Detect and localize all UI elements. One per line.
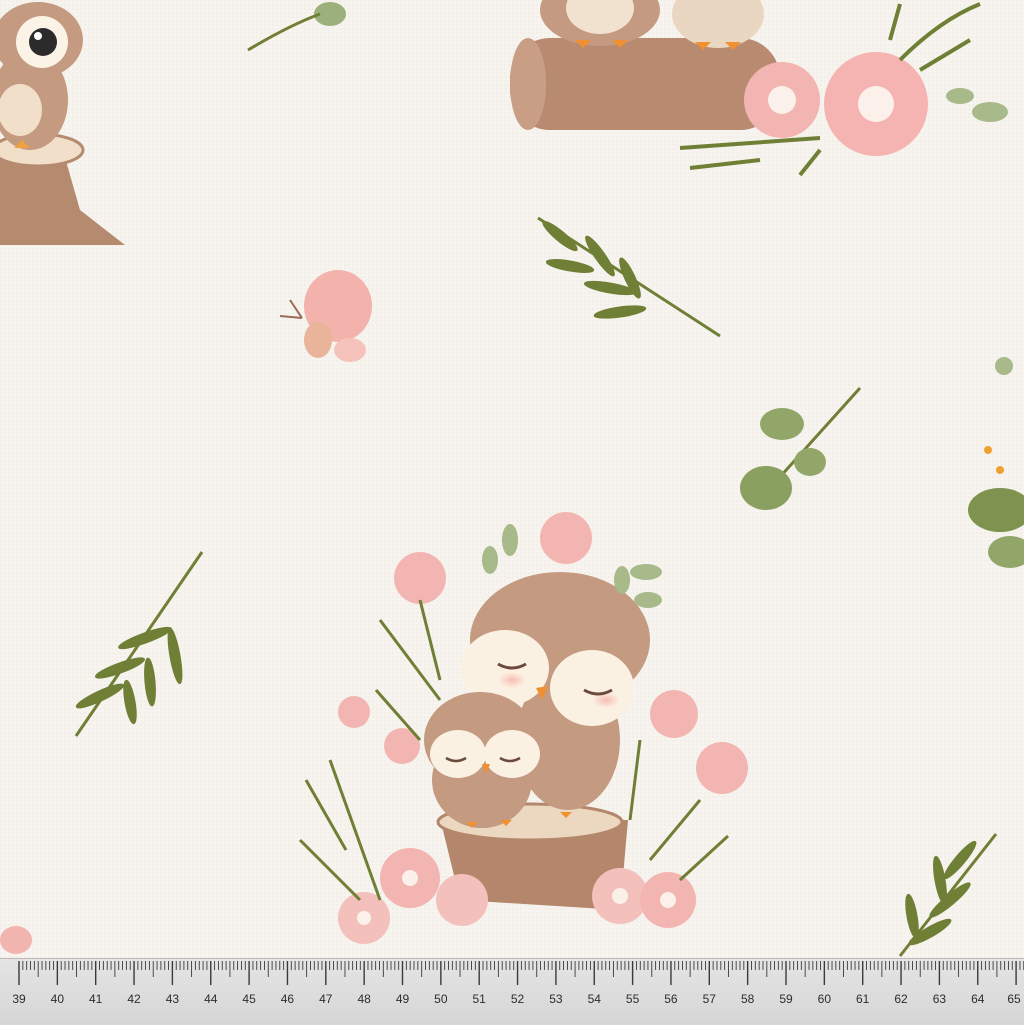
- ruler-label: 51: [472, 992, 486, 1006]
- ruler-label: 61: [856, 992, 870, 1006]
- ruler-label: 49: [395, 992, 410, 1006]
- ruler-label: 47: [319, 992, 333, 1006]
- ruler-label: 56: [664, 992, 678, 1006]
- ruler-label: 45: [242, 992, 256, 1006]
- ruler-label: 54: [587, 992, 601, 1006]
- ruler-label: 40: [50, 992, 65, 1006]
- ruler-label: 46: [280, 992, 295, 1006]
- ruler-label: 58: [740, 992, 755, 1006]
- ruler-label: 42: [127, 992, 141, 1006]
- ruler-label: 39: [12, 992, 26, 1006]
- ruler-label: 55: [625, 992, 640, 1006]
- ruler-label: 50: [434, 992, 448, 1006]
- ruler-label: 52: [510, 992, 525, 1006]
- ruler-label: 53: [549, 992, 563, 1006]
- fabric-print: [0, 0, 1024, 958]
- fabric-photo: 39 40 41 42 43 44 45 46 47 48 49 50 51 52 53 54 55 56 57 58…: [0, 0, 1024, 1025]
- pink-flower-bottom-left: [0, 926, 32, 954]
- measuring-tape-ruler: 39 40 41 42 43 44 45 46 47 48 49 50 51 52 53 54 55 56 57 58…: [0, 958, 1024, 1025]
- ruler-label: 57: [702, 992, 716, 1006]
- ruler-label: 60: [817, 992, 832, 1006]
- ruler-label: 64: [971, 992, 985, 1006]
- ruler-label: 62: [894, 992, 908, 1006]
- ruler-label: 44: [204, 992, 218, 1006]
- ruler-label: 63: [932, 992, 947, 1006]
- ruler-label: 43: [165, 992, 180, 1006]
- ruler-label: 59: [779, 992, 793, 1006]
- ruler-label: 48: [357, 992, 371, 1006]
- ruler-label: 65: [1007, 992, 1021, 1006]
- ruler-label: 41: [89, 992, 103, 1006]
